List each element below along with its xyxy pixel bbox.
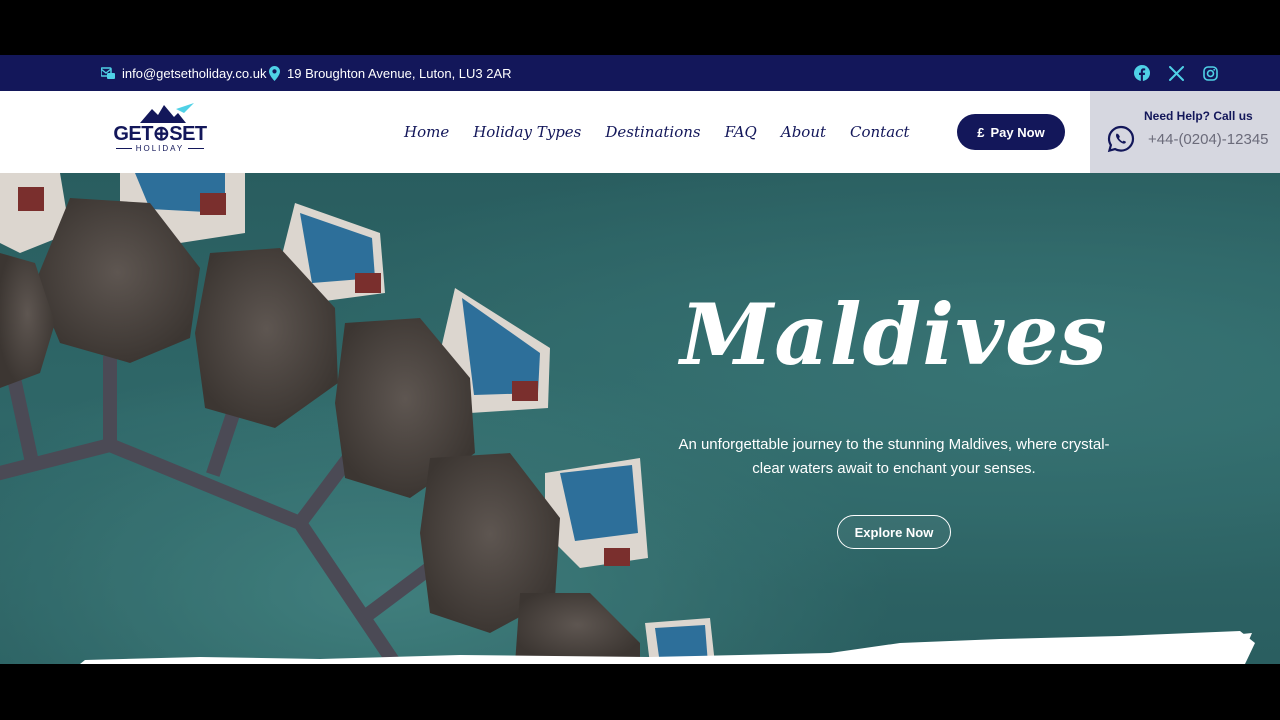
nav-holiday-types[interactable]: Holiday Types (473, 123, 581, 141)
logo-brand-text: GET⊕SET (113, 123, 207, 145)
instagram-icon[interactable] (1203, 65, 1218, 81)
email-contact[interactable]: info@getsetholiday.co.uk (101, 55, 267, 91)
pay-now-label: Pay Now (990, 124, 1045, 140)
pound-icon: £ (977, 124, 985, 140)
nav-home[interactable]: Home (404, 123, 449, 141)
top-contact-bar: info@getsetholiday.co.uk 19 Broughton Av… (0, 55, 1280, 91)
mountain-plane-icon (140, 103, 194, 123)
nav-destinations[interactable]: Destinations (605, 123, 700, 141)
hero-description: An unforgettable journey to the stunning… (678, 436, 1110, 477)
hero-section: Maldives An unforgettable journey to the… (0, 173, 1280, 664)
facebook-icon[interactable] (1134, 65, 1150, 81)
nav-about[interactable]: About (781, 123, 826, 141)
explore-now-button[interactable]: Explore Now (837, 515, 951, 549)
main-navigation: Home Holiday Types Destinations FAQ Abou… (404, 91, 910, 173)
site-logo[interactable]: GET⊕SET HOLIDAY (110, 103, 214, 159)
hero-title: Maldives (680, 285, 1108, 384)
site-header: GET⊕SET HOLIDAY Home Holiday Types Desti… (0, 91, 1280, 173)
social-links (1134, 55, 1218, 91)
hero-background-image (0, 173, 1280, 664)
email-icon (101, 67, 115, 79)
x-icon[interactable] (1169, 65, 1184, 81)
logo-subtitle: HOLIDAY (110, 144, 210, 153)
help-title: Need Help? Call us (1144, 109, 1253, 123)
help-panel: Need Help? Call us +44-(0204)-12345 (1090, 91, 1280, 173)
address-text: 19 Broughton Avenue, Luton, LU3 2AR (287, 65, 512, 81)
location-pin-icon (269, 65, 280, 81)
website-frame: info@getsetholiday.co.uk 19 Broughton Av… (0, 55, 1280, 664)
nav-faq[interactable]: FAQ (725, 123, 757, 141)
help-phone[interactable]: +44-(0204)-12345 (1148, 131, 1269, 148)
nav-contact[interactable]: Contact (850, 123, 910, 141)
whatsapp-icon[interactable] (1107, 125, 1135, 158)
email-text: info@getsetholiday.co.uk (122, 65, 267, 81)
address-contact[interactable]: 19 Broughton Avenue, Luton, LU3 2AR (269, 55, 512, 91)
pay-now-button[interactable]: £ Pay Now (957, 114, 1065, 150)
